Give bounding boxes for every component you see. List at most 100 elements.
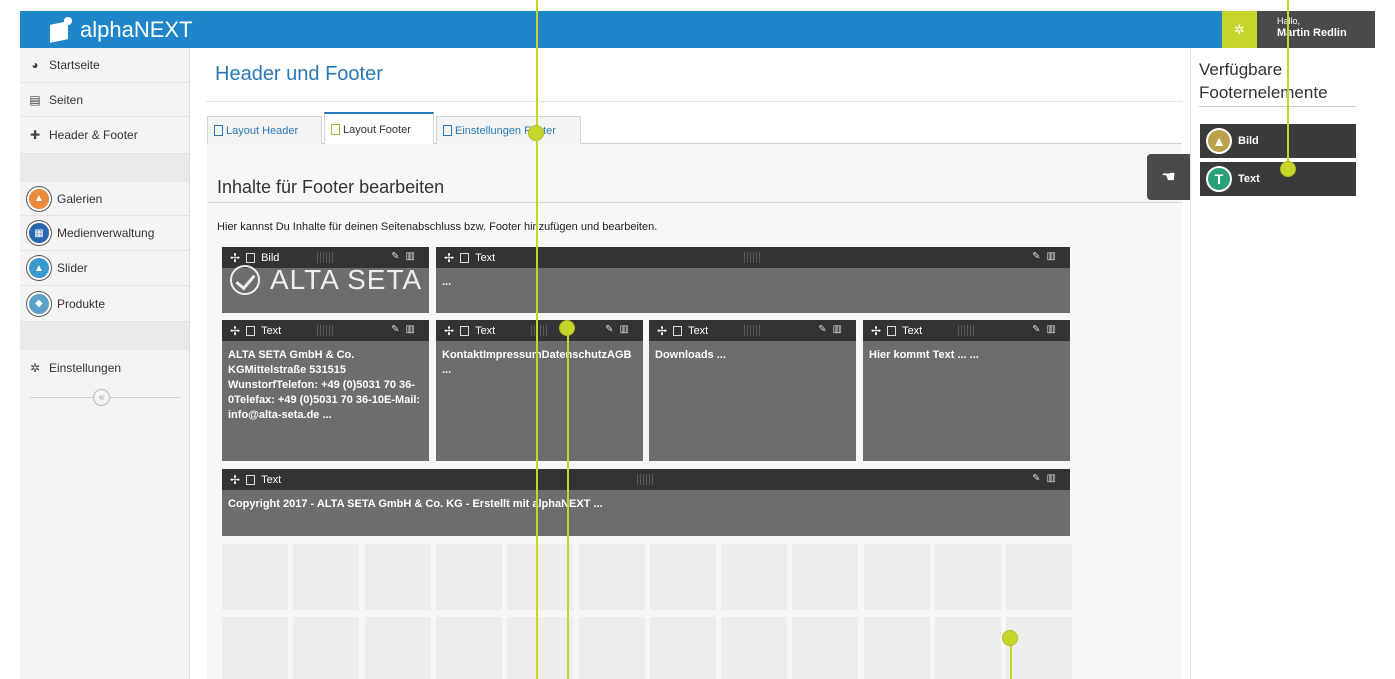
drag-grip[interactable] (531, 325, 547, 336)
app-logo[interactable]: alphaNEXT (48, 13, 193, 46)
block-type-label: Text (261, 324, 282, 337)
empty-grid-cell[interactable] (578, 544, 645, 610)
sidebar-item-seiten[interactable]: ▤ Seiten (20, 83, 189, 117)
user-menu[interactable]: Hallo, Martin Redlin (1257, 11, 1375, 48)
empty-grid-cell[interactable] (649, 617, 716, 679)
move-icon[interactable]: ✢ (657, 324, 667, 338)
empty-grid-cell[interactable] (222, 617, 288, 679)
sidebar-item-label: Startseite (49, 58, 100, 72)
page-icon: ▤ (29, 92, 41, 107)
move-icon[interactable]: ✢ (871, 324, 881, 338)
empty-grid-cell[interactable] (222, 544, 288, 610)
block-type-label: Bild (261, 251, 280, 264)
trash-icon[interactable]: ▥ (406, 251, 421, 262)
drag-grip[interactable] (637, 474, 653, 485)
settings-gear-button[interactable]: ✲ (1222, 11, 1257, 48)
empty-grid-cell[interactable] (507, 617, 574, 679)
block-content: ALTA SETA GmbH & Co. KGMittelstraße 5315… (228, 349, 421, 421)
tab-layout-header[interactable]: Layout Header (207, 116, 322, 144)
tab-label: Layout Header (226, 124, 299, 137)
move-icon[interactable]: ✢ (230, 473, 240, 487)
panel-element-bild[interactable]: ▲ Bild (1200, 124, 1356, 158)
text-t-icon: T (1206, 166, 1232, 192)
empty-grid-cell[interactable] (721, 544, 788, 610)
document-icon (887, 325, 897, 336)
trash-icon[interactable]: ▥ (620, 324, 635, 335)
app-name: alphaNEXT (80, 16, 193, 42)
edit-icon[interactable]: ✎ (1032, 324, 1046, 335)
edit-icon[interactable]: ✎ (605, 324, 619, 335)
empty-grid-cell[interactable] (435, 544, 502, 610)
checkmark-logo-icon (230, 265, 260, 295)
empty-grid-cell[interactable] (721, 617, 788, 679)
trash-icon[interactable]: ▥ (1047, 251, 1062, 262)
empty-grid-cell[interactable] (1006, 617, 1073, 679)
empty-grid-cell[interactable] (792, 617, 859, 679)
edit-icon[interactable]: ✎ (1032, 473, 1046, 484)
drag-grip[interactable] (744, 325, 760, 336)
trash-icon[interactable]: ▥ (1047, 473, 1062, 484)
edit-icon[interactable]: ✎ (1032, 251, 1046, 262)
sidebar-item-startseite[interactable]: ◕ Startseite (20, 48, 189, 83)
sidebar-item-medienverwaltung[interactable]: ▦ Medienverwaltung (20, 216, 189, 251)
sidebar-item-galerien[interactable]: ▲ Galerien (20, 182, 189, 216)
empty-grid-cell[interactable] (293, 544, 360, 610)
empty-grid-cell[interactable] (578, 617, 645, 679)
move-icon[interactable]: ✢ (444, 324, 454, 338)
empty-grid-cell[interactable] (364, 544, 431, 610)
empty-grid-cell[interactable] (863, 544, 930, 610)
tab-einstellungen-footer[interactable]: Einstellungen Footer (436, 116, 581, 144)
footer-block-text[interactable]: ✢ Text ✎▥ ALTA SETA GmbH & Co. KGMittels… (222, 320, 429, 461)
panel-element-text[interactable]: T Text (1200, 162, 1356, 196)
footer-block-copyright[interactable]: ✢ Text ✎▥ Copyright 2017 - ALTA SETA Gmb… (222, 469, 1070, 536)
empty-grid-cell[interactable] (863, 617, 930, 679)
sidebar-item-header-footer[interactable]: ✚ Header & Footer (20, 117, 189, 154)
move-icon[interactable]: ✢ (444, 251, 454, 265)
empty-grid-cell[interactable] (507, 544, 574, 610)
block-content: KontaktImpressumDatenschutzAGB ... (442, 349, 631, 376)
empty-grid-cell[interactable] (649, 544, 716, 610)
trash-icon[interactable]: ▥ (833, 324, 848, 335)
block-type-label: Text (902, 324, 923, 337)
block-type-label: Text (475, 251, 496, 264)
empty-grid-cell[interactable] (293, 617, 360, 679)
sidebar-item-einstellungen[interactable]: ✲ Einstellungen (20, 350, 189, 386)
footer-block-text[interactable]: ✢ Text ✎▥ KontaktImpressumDatenschutzAGB… (436, 320, 643, 461)
footer-block-text[interactable]: ✢ Text ✎▥ Hier kommt Text ... ... (863, 320, 1070, 461)
move-icon[interactable]: ✢ (230, 324, 240, 338)
collapse-sidebar-button[interactable]: « (93, 389, 110, 406)
edit-icon[interactable]: ✎ (391, 324, 405, 335)
trash-icon[interactable]: ▥ (1047, 324, 1062, 335)
drag-element-button[interactable]: ☚ (1147, 154, 1190, 200)
trash-icon[interactable]: ▥ (406, 324, 421, 335)
edit-icon[interactable]: ✎ (391, 251, 405, 262)
empty-grid-cell[interactable] (435, 617, 502, 679)
drag-grip[interactable] (317, 325, 333, 336)
move-icon[interactable]: ✢ (230, 251, 240, 265)
sidebar-item-produkte[interactable]: ◆ Produkte (20, 286, 189, 322)
document-icon (246, 474, 256, 485)
alphanext-logo-icon (48, 16, 78, 43)
sidebar: ◕ Startseite ▤ Seiten ✚ Header & Footer … (20, 48, 190, 679)
annotation-line (536, 140, 538, 679)
drag-grip[interactable] (744, 252, 760, 263)
footer-block-bild[interactable]: ✢ Bild ✎▥ ALTA SETA (222, 247, 429, 313)
drag-grip[interactable] (958, 325, 974, 336)
empty-grid-cell[interactable] (935, 617, 1001, 679)
gear-icon: ✲ (1234, 21, 1245, 37)
empty-grid-cell[interactable] (364, 617, 431, 679)
document-icon (460, 252, 470, 263)
empty-grid-cell[interactable] (792, 544, 859, 610)
footer-block-text[interactable]: ✢ Text ✎▥ ... (436, 247, 1070, 313)
tab-label: Layout Footer (343, 123, 411, 136)
tab-layout-footer[interactable]: Layout Footer (324, 112, 434, 145)
empty-grid-cell[interactable] (1006, 544, 1073, 610)
footer-block-text[interactable]: ✢ Text ✎▥ Downloads ... (649, 320, 856, 461)
drag-grip[interactable] (317, 252, 333, 263)
panel-element-label: Text (1238, 173, 1260, 185)
empty-grid-cell[interactable] (935, 544, 1001, 610)
sidebar-item-slider[interactable]: ▲ Slider (20, 251, 189, 286)
title-divider (207, 101, 1182, 102)
edit-icon[interactable]: ✎ (818, 324, 832, 335)
block-header: ✢ Text ✎▥ (436, 320, 643, 341)
